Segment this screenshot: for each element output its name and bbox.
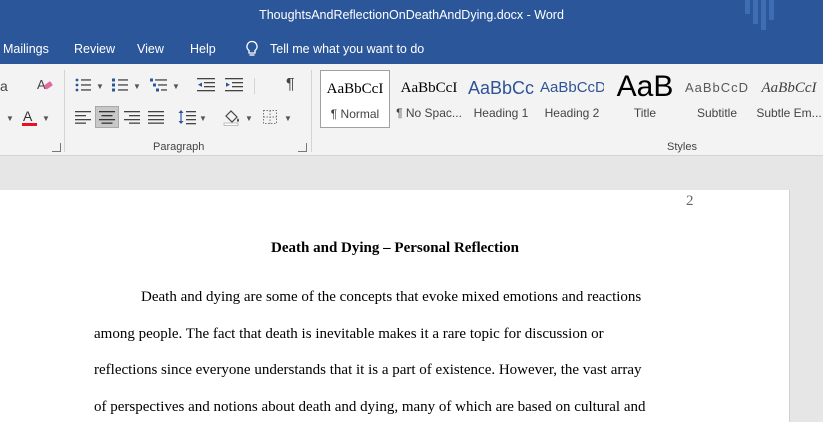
page-number: 2 xyxy=(686,193,694,209)
paragraph-line: reflections since everyone understands t… xyxy=(94,362,642,378)
group-divider xyxy=(311,70,312,152)
svg-text:A: A xyxy=(37,77,46,92)
align-center-button[interactable] xyxy=(95,106,119,128)
style-title[interactable]: AaB Title xyxy=(610,70,680,128)
line-spacing-icon[interactable] xyxy=(178,109,196,125)
tab-mailings[interactable]: Mailings xyxy=(3,42,49,56)
tell-me-text: Tell me what you want to do xyxy=(270,42,425,56)
paragraph-dialog-launcher[interactable] xyxy=(298,143,307,152)
align-right-icon[interactable] xyxy=(124,111,140,124)
font-dialog-launcher[interactable] xyxy=(52,143,61,152)
decrease-indent-icon[interactable] xyxy=(197,78,215,92)
clear-formatting-icon[interactable]: A xyxy=(36,76,54,92)
numbering-icon[interactable] xyxy=(112,78,128,92)
font-color-caret[interactable]: ▼ xyxy=(42,114,50,123)
shading-caret[interactable]: ▼ xyxy=(245,114,253,123)
divider-small xyxy=(254,78,255,94)
font-case-icon[interactable]: a xyxy=(0,78,8,94)
tell-me-search[interactable]: Tell me what you want to do xyxy=(244,40,424,58)
bullets-caret[interactable]: ▼ xyxy=(96,82,104,91)
style-subtitle[interactable]: AaBbCcD Subtitle xyxy=(684,70,750,128)
styles-gallery: AaBbCcI ¶ Normal AaBbCcI ¶ No Spac... Aa… xyxy=(318,70,823,130)
bullets-icon[interactable] xyxy=(75,78,91,92)
tab-help[interactable]: Help xyxy=(190,42,216,56)
numbering-caret[interactable]: ▼ xyxy=(133,82,141,91)
document-canvas[interactable]: 2 Death and Dying – Personal Reflection … xyxy=(0,157,823,422)
style-no-spacing[interactable]: AaBbCcI ¶ No Spac... xyxy=(394,70,464,128)
ribbon-tabs: Mailings Review View Help Tell me what y… xyxy=(0,34,823,64)
style-normal[interactable]: AaBbCcI ¶ Normal xyxy=(320,70,390,128)
borders-caret[interactable]: ▼ xyxy=(284,114,292,123)
increase-indent-icon[interactable] xyxy=(225,78,243,92)
justify-icon[interactable] xyxy=(148,111,164,124)
group-divider xyxy=(64,70,65,152)
window-title: ThoughtsAndReflectionOnDeathAndDying.doc… xyxy=(259,8,564,22)
document-heading: Death and Dying – Personal Reflection xyxy=(271,240,519,256)
multilevel-list-icon[interactable] xyxy=(150,78,168,92)
font-dropdown-caret[interactable]: ▼ xyxy=(6,114,14,123)
tab-view[interactable]: View xyxy=(137,42,164,56)
borders-icon[interactable] xyxy=(263,110,277,124)
paragraph-line: Death and dying are some of the concepts… xyxy=(141,289,642,305)
style-heading-2[interactable]: AaBbCcD Heading 2 xyxy=(540,70,604,128)
title-bar: ThoughtsAndReflectionOnDeathAndDying.doc… xyxy=(0,0,823,34)
paragraph-group-label: Paragraph xyxy=(153,141,205,153)
paragraph-line: of perspectives and notions about death … xyxy=(94,399,646,415)
style-heading-1[interactable]: AaBbCc Heading 1 xyxy=(468,70,534,128)
tab-review[interactable]: Review xyxy=(74,42,115,56)
shading-icon[interactable] xyxy=(222,108,242,126)
paragraph-line: among people. The fact that death is ine… xyxy=(94,326,604,342)
pilcrow-icon[interactable]: ¶ xyxy=(286,76,295,94)
font-color-icon[interactable]: A xyxy=(20,108,40,128)
style-subtle-emphasis[interactable]: AaBbCcI Subtle Em... xyxy=(755,70,823,128)
multilevel-caret[interactable]: ▼ xyxy=(172,82,180,91)
line-spacing-caret[interactable]: ▼ xyxy=(199,114,207,123)
align-left-icon[interactable] xyxy=(75,111,91,124)
align-center-icon xyxy=(99,111,115,124)
title-bar-decoration xyxy=(743,0,783,34)
lightbulb-icon xyxy=(246,40,258,56)
styles-group-label: Styles xyxy=(667,141,697,153)
document-page[interactable]: 2 Death and Dying – Personal Reflection … xyxy=(0,190,790,422)
ribbon: a A ▼ A ▼ ▼ ▼ ▼ ¶ ▼ ▼ ▼ Paragraph AaBbCc… xyxy=(0,64,823,156)
svg-text:A: A xyxy=(23,108,33,124)
